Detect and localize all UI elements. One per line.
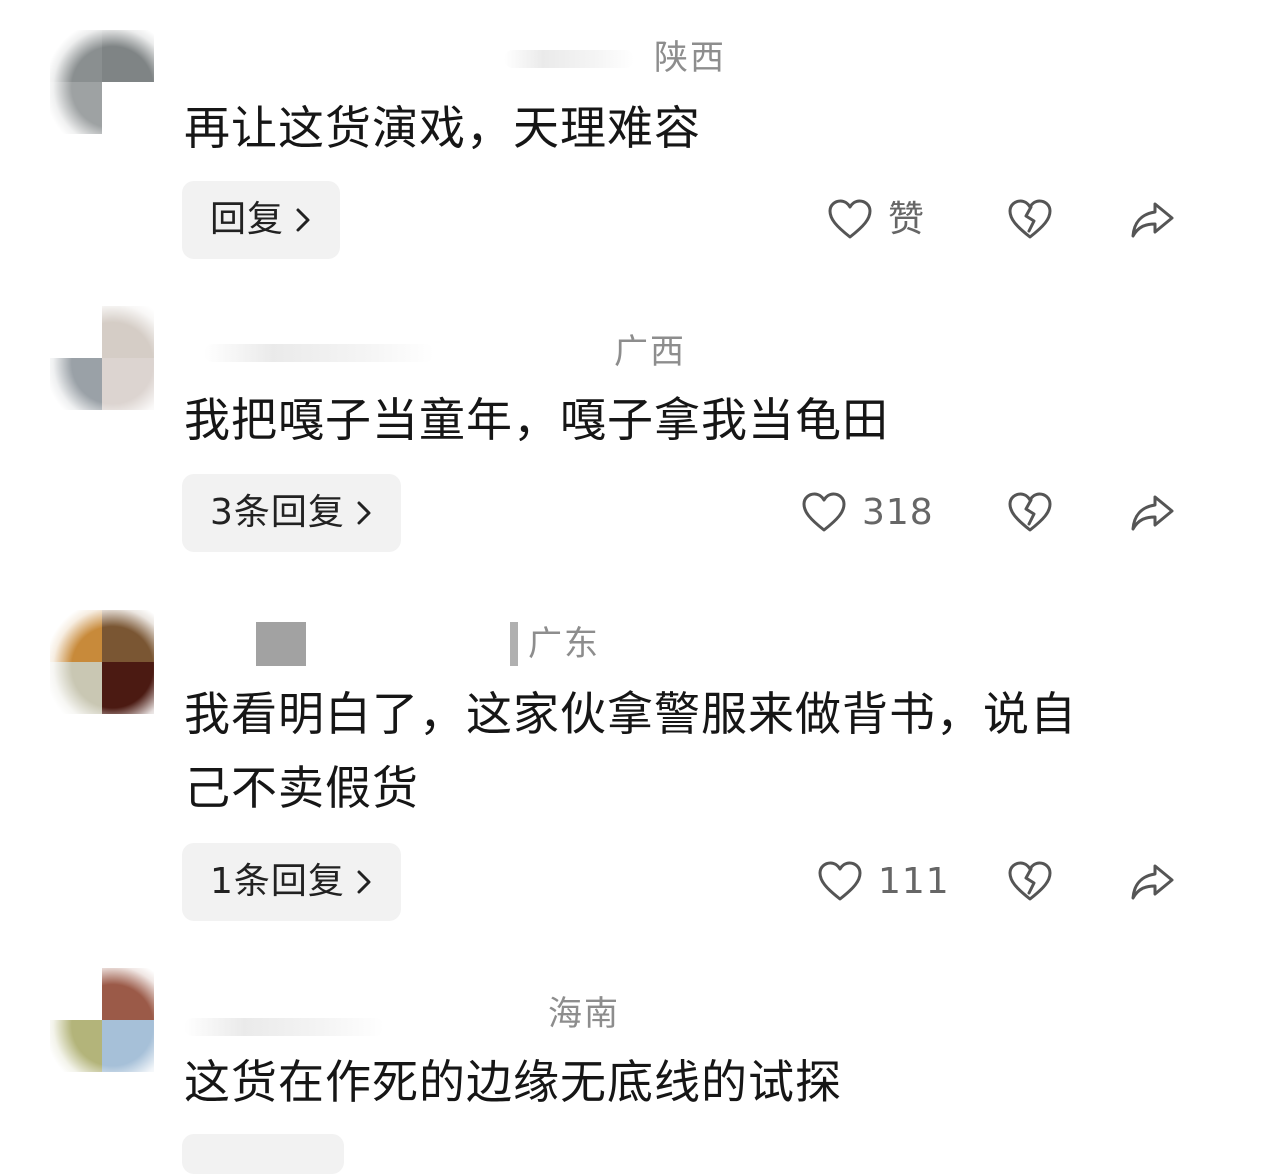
heart-outline-icon	[816, 858, 864, 906]
avatar[interactable]	[50, 610, 154, 714]
share-arrow-icon	[1128, 489, 1176, 537]
location-label: 广西	[614, 332, 686, 372]
reply-label: 回复	[210, 199, 285, 240]
comment-text: 再让这货演戏，天理难容	[184, 101, 701, 155]
location-label: 广东	[528, 624, 600, 664]
username-redacted	[204, 344, 434, 362]
broken-heart-icon	[1006, 196, 1054, 244]
like-button[interactable]: 111	[816, 843, 950, 921]
location-label: 陕西	[654, 38, 726, 78]
share-button[interactable]	[1128, 196, 1176, 244]
comment-text: 这货在作死的边缘无底线的试探	[184, 1055, 842, 1109]
reply-button[interactable]: 1条回复	[182, 843, 401, 921]
heart-outline-icon	[800, 489, 848, 537]
username-redacted	[256, 622, 306, 666]
comment-actions: 赞	[794, 181, 1214, 259]
dislike-button[interactable]	[1006, 489, 1054, 537]
username-redacted	[184, 1018, 384, 1036]
avatar[interactable]	[50, 968, 154, 1072]
share-button[interactable]	[1128, 489, 1176, 537]
comment-text-continued: 己不卖假货	[184, 761, 419, 815]
dislike-button[interactable]	[1006, 858, 1054, 906]
reply-button[interactable]: 回复	[182, 181, 341, 259]
like-count: 111	[878, 861, 950, 902]
comment-actions: 111	[794, 843, 1214, 921]
like-button[interactable]: 赞	[826, 181, 925, 259]
dislike-button[interactable]	[1006, 196, 1054, 244]
comment-meta: 海南	[184, 992, 1084, 1036]
reply-button[interactable]: 3条回复	[182, 474, 401, 552]
broken-heart-icon	[1006, 489, 1054, 537]
share-arrow-icon	[1128, 858, 1176, 906]
like-count: 318	[862, 492, 934, 533]
comment-meta: 陕西	[184, 36, 1084, 80]
avatar[interactable]	[50, 306, 154, 410]
location-label: 海南	[548, 994, 620, 1034]
username-redacted	[510, 622, 518, 666]
username-redacted	[504, 50, 634, 68]
reply-button[interactable]	[182, 1134, 344, 1174]
heart-outline-icon	[826, 196, 874, 244]
reply-label: 1条回复	[210, 861, 345, 902]
avatar[interactable]	[50, 30, 154, 134]
comment-actions: 318	[794, 474, 1214, 552]
broken-heart-icon	[1006, 858, 1054, 906]
like-button[interactable]: 318	[800, 474, 934, 552]
like-label: 赞	[888, 199, 926, 240]
comment-text: 我把嘎子当童年，嘎子拿我当龟田	[184, 393, 889, 447]
comment-meta: 广西	[184, 330, 1084, 374]
share-button[interactable]	[1128, 858, 1176, 906]
chevron-right-icon	[355, 867, 373, 897]
reply-label: 3条回复	[210, 492, 345, 533]
chevron-right-icon	[294, 205, 312, 235]
chevron-right-icon	[355, 498, 373, 528]
comment-meta: 广东	[184, 622, 1084, 666]
share-arrow-icon	[1128, 196, 1176, 244]
comment-text: 我看明白了，这家伙拿警服来做背书，说自	[184, 687, 1077, 741]
